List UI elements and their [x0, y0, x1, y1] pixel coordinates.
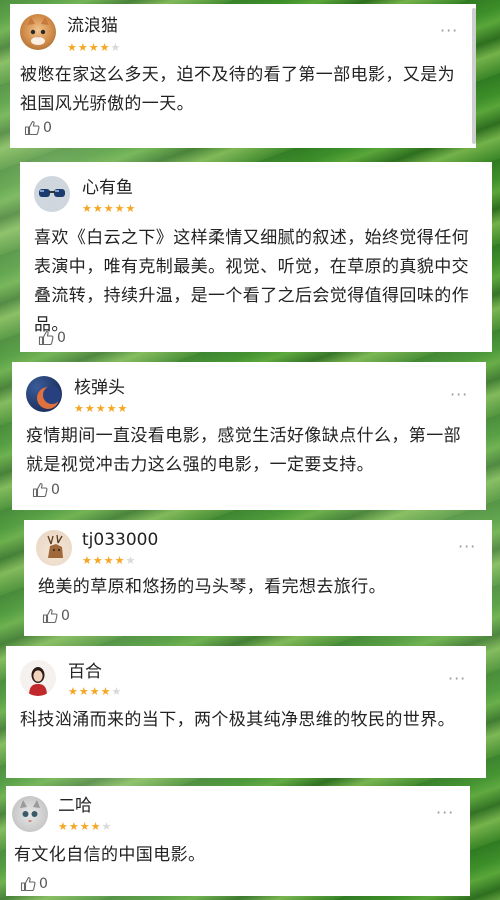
like-count: 0 [57, 330, 66, 346]
star-rating: ★★★★★ [82, 555, 136, 567]
star-filled-icon: ★ [95, 402, 107, 415]
star-filled-icon: ★ [74, 402, 85, 415]
comment-text: 喜欢《白云之下》这样柔情又细腻的叙述，始终觉得任何表演中，唯有克制最美。视觉、听… [34, 228, 469, 335]
like-count: 0 [43, 120, 52, 136]
star-rating: ★★★★★ [68, 686, 122, 698]
username[interactable]: 二哈 [58, 796, 92, 816]
comment-text: 科技汹涌而来的当下，两个极其纯净思维的牧民的世界。 [20, 710, 455, 730]
star-filled-icon: ★ [84, 402, 96, 415]
star-rating: ★★★★★ [74, 403, 128, 415]
more-options-icon[interactable]: ··· [440, 23, 458, 39]
like-button[interactable]: 0 [24, 120, 52, 136]
star-filled-icon: ★ [100, 685, 112, 698]
comment-card: 百合 ★★★★★ ··· 科技汹涌而来的当下，两个极其纯净思维的牧民的世界。 [6, 646, 486, 778]
moon-avatar[interactable] [26, 376, 62, 412]
star-filled-icon: ★ [103, 202, 115, 215]
star-filled-icon: ★ [103, 554, 115, 567]
star-filled-icon: ★ [78, 685, 90, 698]
star-empty-icon: ★ [101, 820, 113, 833]
thumb-up-icon [42, 608, 58, 624]
comment-text: 疫情期间一直没看电影，感觉生活好像缺点什么，第一部就是视觉冲击力这么强的电影，一… [26, 426, 461, 475]
star-empty-icon: ★ [110, 41, 122, 54]
star-filled-icon: ★ [90, 820, 102, 833]
username[interactable]: 百合 [68, 662, 102, 682]
like-count: 0 [51, 482, 60, 498]
star-filled-icon: ★ [106, 402, 118, 415]
like-count: 0 [39, 876, 48, 892]
thumb-up-icon [32, 482, 48, 498]
more-options-icon[interactable]: ··· [436, 805, 454, 821]
cat-avatar[interactable] [20, 14, 56, 50]
more-options-icon[interactable]: ··· [450, 387, 468, 403]
star-filled-icon: ★ [117, 402, 129, 415]
comment-card: 二哈 ★★★★★ ··· 有文化自信的中国电影。 0 [6, 786, 470, 896]
star-filled-icon: ★ [125, 202, 137, 215]
comment-card: 流浪猫 ★★★★★ ··· 被憋在家这么多天，迫不及待的看了第一部电影，又是为祖… [10, 4, 476, 148]
star-filled-icon: ★ [82, 202, 93, 215]
star-filled-icon: ★ [88, 41, 100, 54]
username[interactable]: 核弹头 [74, 378, 125, 398]
like-count: 0 [61, 608, 70, 624]
thumb-up-icon [24, 120, 40, 136]
star-empty-icon: ★ [111, 685, 123, 698]
thumb-up-icon [20, 876, 36, 892]
girl-avatar[interactable] [20, 660, 56, 696]
star-empty-icon: ★ [125, 554, 137, 567]
comment-card: tj033000 ★★★★★ ··· 绝美的草原和悠扬的马头琴，看完想去旅行。 … [24, 520, 492, 636]
star-filled-icon: ★ [99, 41, 111, 54]
comment-text: 被憋在家这么多天，迫不及待的看了第一部电影，又是为祖国风光骄傲的一天。 [20, 65, 455, 114]
star-filled-icon: ★ [114, 554, 126, 567]
comment-text: 有文化自信的中国电影。 [14, 845, 206, 865]
star-filled-icon: ★ [77, 41, 89, 54]
star-filled-icon: ★ [79, 820, 91, 833]
star-filled-icon: ★ [82, 554, 93, 567]
scrollbar[interactable] [472, 8, 476, 144]
username[interactable]: 心有鱼 [82, 178, 133, 198]
like-button[interactable]: 0 [20, 876, 48, 892]
sunglasses-avatar[interactable] [34, 176, 70, 212]
comment-text: 绝美的草原和悠扬的马头琴，看完想去旅行。 [38, 577, 386, 597]
thumb-up-icon [38, 330, 54, 346]
kitten-avatar[interactable] [12, 796, 48, 832]
star-rating: ★★★★★ [82, 203, 136, 215]
star-filled-icon: ★ [68, 820, 80, 833]
star-filled-icon: ★ [89, 685, 101, 698]
like-button[interactable]: 0 [42, 608, 70, 624]
like-button[interactable]: 0 [38, 330, 66, 346]
like-button[interactable]: 0 [32, 482, 60, 498]
star-filled-icon: ★ [114, 202, 126, 215]
star-filled-icon: ★ [58, 820, 69, 833]
username[interactable]: 流浪猫 [67, 16, 118, 36]
star-rating: ★★★★★ [67, 42, 121, 54]
star-filled-icon: ★ [92, 202, 104, 215]
star-filled-icon: ★ [92, 554, 104, 567]
more-options-icon[interactable]: ··· [458, 539, 476, 555]
comment-card: 核弹头 ★★★★★ ··· 疫情期间一直没看电影，感觉生活好像缺点什么，第一部就… [12, 362, 486, 510]
star-filled-icon: ★ [68, 685, 79, 698]
comment-card: 心有鱼 ★★★★★ 喜欢《白云之下》这样柔情又细腻的叙述，始终觉得任何表演中，唯… [20, 162, 492, 352]
star-filled-icon: ★ [67, 41, 78, 54]
more-options-icon[interactable]: ··· [448, 671, 466, 687]
username[interactable]: tj033000 [82, 530, 158, 550]
star-rating: ★★★★★ [58, 821, 112, 833]
deer-avatar[interactable] [36, 530, 72, 566]
